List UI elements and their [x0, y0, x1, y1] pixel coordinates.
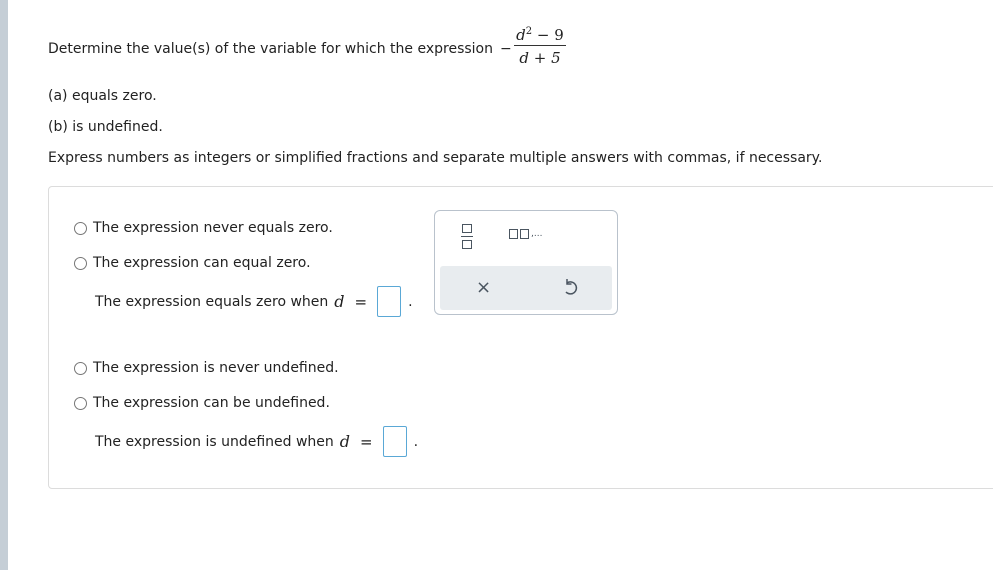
instructions: Express numbers as integers or simplifie… [48, 150, 823, 166]
numerator-constant: − 9 [532, 26, 564, 44]
math-toolbar: ,... × [434, 210, 618, 315]
part-b-label: (b) is undefined. [48, 119, 163, 135]
radio-option-never-undefined[interactable]: The expression is never undefined. [74, 360, 339, 376]
period: . [408, 293, 413, 310]
radio-label: The expression can equal zero. [93, 255, 311, 271]
radio-option-can-zero[interactable]: The expression can equal zero. [74, 255, 311, 271]
radio-button[interactable] [74, 256, 87, 270]
denominator: d + 5 [519, 49, 561, 67]
expression-sign: − [500, 41, 512, 57]
equals-sign: = [360, 432, 373, 451]
clear-icon[interactable]: × [476, 276, 491, 300]
question-prompt: Determine the value(s) of the variable f… [48, 41, 493, 57]
rational-expression: − d2 − 9 d + 5 [500, 20, 580, 72]
list-icon[interactable]: ,... [509, 229, 542, 239]
undo-icon[interactable] [560, 277, 582, 299]
fraction-bar [514, 45, 566, 46]
answer-variable: d [339, 432, 351, 451]
undefined-answer-line: The expression is undefined when d = . [95, 426, 418, 457]
zero-answer-input[interactable] [377, 286, 402, 317]
period: . [413, 433, 419, 450]
radio-label: The expression can be undefined. [93, 395, 330, 411]
fraction: d2 − 9 d + 5 [514, 20, 566, 69]
radio-label: The expression never equals zero. [93, 220, 333, 236]
left-accent-bar [0, 0, 8, 570]
answer-variable: d [334, 292, 345, 311]
list-suffix: ,... [531, 229, 543, 239]
radio-label: The expression is never undefined. [93, 360, 339, 376]
answer-prefix: The expression is undefined when [95, 433, 334, 450]
radio-button[interactable] [74, 361, 87, 375]
radio-button[interactable] [74, 221, 87, 235]
equals-sign: = [354, 292, 368, 311]
radio-option-can-undefined[interactable]: The expression can be undefined. [74, 395, 330, 411]
part-a-label: (a) equals zero. [48, 88, 157, 104]
radio-option-never-zero[interactable]: The expression never equals zero. [74, 220, 333, 236]
numerator-variable: d [516, 26, 526, 44]
toolbar-actions: × [440, 266, 612, 310]
undefined-answer-input[interactable] [382, 426, 407, 457]
fraction-icon[interactable] [461, 222, 473, 252]
zero-answer-line: The expression equals zero when d = . [95, 286, 413, 317]
answer-prefix: The expression equals zero when [95, 293, 329, 310]
radio-button[interactable] [74, 396, 87, 410]
numerator: d2 − 9 [514, 20, 566, 44]
